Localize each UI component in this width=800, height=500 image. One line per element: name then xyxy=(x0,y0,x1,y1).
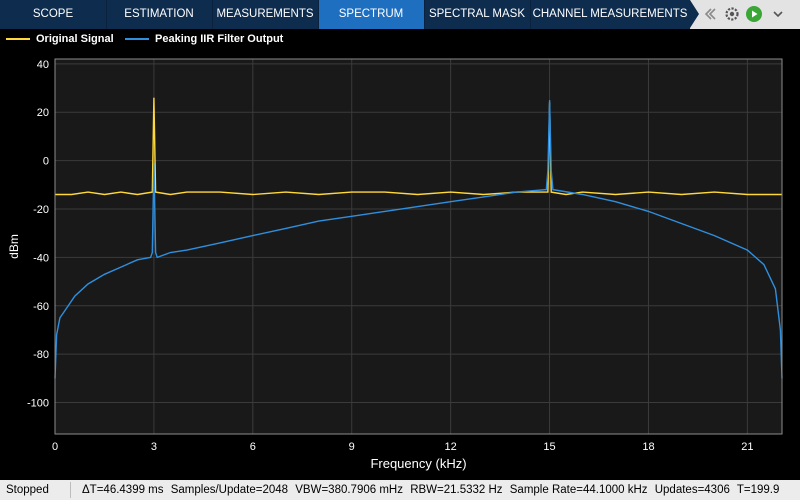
y-tick-label: -60 xyxy=(33,301,49,313)
status-rbw: RBW=21.5332 Hz xyxy=(410,484,503,496)
tab-spectral-mask[interactable]: SPECTRAL MASK xyxy=(424,0,530,29)
x-tick-label: 21 xyxy=(741,441,753,453)
status-vbw: VBW=380.7906 mHz xyxy=(295,484,403,496)
run-play-icon[interactable] xyxy=(745,5,763,23)
x-tick-label: 9 xyxy=(349,441,355,453)
status-state: Stopped xyxy=(6,484,49,496)
legend-swatch-filter-output xyxy=(125,38,149,41)
legend-item-original-signal[interactable]: Original Signal xyxy=(6,29,114,49)
status-updates: Updates=4306 xyxy=(654,484,730,496)
plot-area: 0 3 6 9 12 15 18 21 40 20 0 -20 -40 -60 -80 -100 Frequen… xyxy=(0,49,800,480)
y-tick-label: 0 xyxy=(43,156,49,168)
status-time: T=199.9 xyxy=(736,484,780,496)
tab-separator xyxy=(530,0,531,29)
chevron-down-icon[interactable] xyxy=(769,5,787,23)
y-tick-label: 20 xyxy=(37,107,49,119)
tab-channel-measurements[interactable]: CHANNEL MEASUREMENTS xyxy=(530,0,690,29)
tab-separator xyxy=(424,0,425,29)
x-tick-label: 3 xyxy=(151,441,157,453)
legend-label: Peaking IIR Filter Output xyxy=(155,33,284,45)
toolbar-notch xyxy=(690,0,699,28)
settings-gear-icon[interactable] xyxy=(723,5,741,23)
tab-scope[interactable]: SCOPE xyxy=(0,0,106,29)
x-axis-label: Frequency (kHz) xyxy=(370,456,466,471)
x-tick-label: 0 xyxy=(52,441,58,453)
spectrum-chart[interactable]: 0 3 6 9 12 15 18 21 40 20 0 -20 -40 -60 -80 -100 Frequen… xyxy=(0,49,800,480)
status-sample-rate: Sample Rate=44.1000 kHz xyxy=(509,484,648,496)
tab-bar: SCOPE ESTIMATION MEASUREMENTS SPECTRUM S… xyxy=(0,0,800,29)
y-tick-label: -80 xyxy=(33,349,49,361)
y-tick-label: -100 xyxy=(27,398,49,410)
y-tick-label: -20 xyxy=(33,204,49,216)
tab-spectrum[interactable]: SPECTRUM xyxy=(318,0,424,29)
legend-swatch-original-signal xyxy=(6,38,30,41)
tab-separator xyxy=(212,0,213,29)
status-samples-per-update: Samples/Update=2048 xyxy=(170,484,289,496)
arrow-left-icon[interactable] xyxy=(701,5,719,23)
legend-item-filter-output[interactable]: Peaking IIR Filter Output xyxy=(125,29,283,49)
x-tick-label: 18 xyxy=(642,441,654,453)
toolbar xyxy=(690,0,800,29)
legend-label: Original Signal xyxy=(36,33,114,45)
tab-estimation[interactable]: ESTIMATION xyxy=(106,0,212,29)
tab-measurements[interactable]: MEASUREMENTS xyxy=(212,0,318,29)
x-tick-label: 12 xyxy=(445,441,457,453)
x-tick-label: 15 xyxy=(543,441,555,453)
status-measurements: ΔT=46.4399 ms Samples/Update=2048 VBW=38… xyxy=(82,480,783,500)
tab-separator xyxy=(318,0,319,29)
tab-separator xyxy=(106,0,107,29)
plot-background xyxy=(54,58,783,435)
status-delta-t: ΔT=46.4399 ms xyxy=(82,484,164,496)
y-tick-label: 40 xyxy=(37,59,49,71)
x-tick-label: 6 xyxy=(250,441,256,453)
y-tick-label: -40 xyxy=(33,252,49,264)
legend: Original Signal Peaking IIR Filter Outpu… xyxy=(0,29,800,49)
status-bar: Stopped ΔT=46.4399 ms Samples/Update=204… xyxy=(0,480,800,500)
status-divider xyxy=(70,482,71,498)
y-axis-label: dBm xyxy=(7,234,21,259)
